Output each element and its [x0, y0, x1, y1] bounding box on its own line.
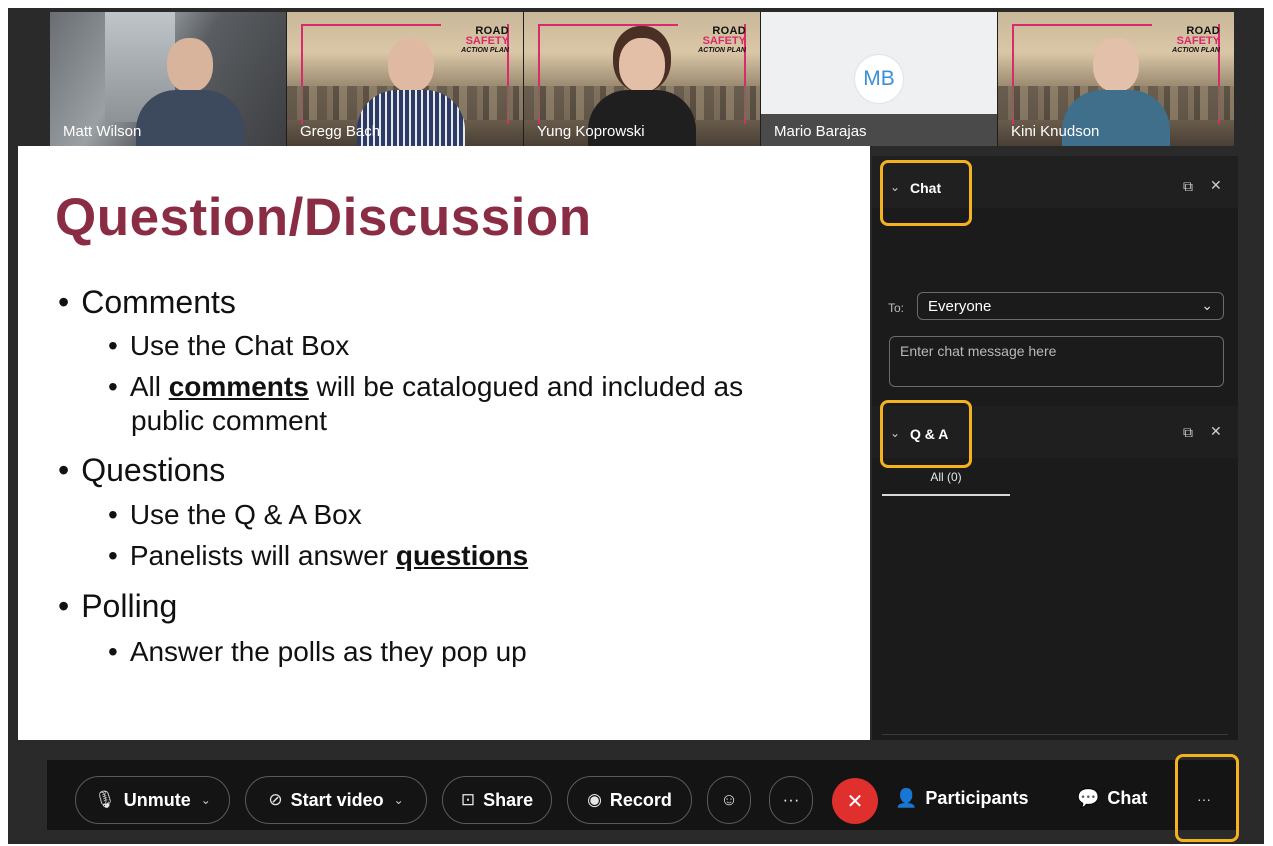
chat-bubble-icon: 💬: [1077, 788, 1100, 808]
more-options-button[interactable]: ···: [769, 776, 813, 824]
chat-button[interactable]: 💬 Chat: [1077, 788, 1147, 809]
participant-tile[interactable]: MB Mario Barajas: [761, 12, 997, 146]
pop-out-icon[interactable]: ⧉: [1183, 424, 1193, 441]
recipient-select[interactable]: Everyone ⌄: [917, 292, 1224, 320]
chat-highlight: [880, 160, 972, 226]
chat-message-input[interactable]: [889, 336, 1224, 387]
meeting-toolbar: 🎙︎ Unmute ⌄ ⊘ Start video ⌄ ⊡ Share ◉ Re…: [47, 754, 1239, 842]
participant-tile[interactable]: Matt Wilson: [50, 12, 286, 146]
participant-video: [1062, 38, 1170, 146]
side-panel: ⌄ Chat ⧉ ✕ To: Everyone ⌄ ⌄ Q & A ⧉ ✕ Al…: [872, 156, 1238, 740]
bullet-item: Panelists will answer questions: [108, 539, 528, 573]
participant-video: [136, 38, 244, 146]
participant-tile[interactable]: ROAD SAFETY ACTION PLAN Kini Knudson: [998, 12, 1234, 146]
emphasis-comments: comments: [168, 371, 309, 402]
chevron-down-icon[interactable]: ⌄: [201, 793, 211, 807]
avatar: MB: [855, 55, 903, 103]
participant-name: Matt Wilson: [63, 123, 142, 140]
bullet-item: Use the Chat Box: [108, 329, 349, 363]
bullet-heading: Polling: [58, 588, 177, 625]
divider: [882, 734, 1228, 735]
participant-strip: Matt Wilson ROAD SAFETY ACTION PLAN Greg…: [50, 12, 1234, 146]
slide-title: Question/Discussion: [55, 188, 592, 247]
chevron-down-icon: ⌄: [1201, 297, 1213, 313]
bullet-heading: Questions: [58, 452, 225, 489]
close-icon: ✕: [846, 790, 864, 813]
pop-out-icon[interactable]: ⧉: [1183, 178, 1193, 195]
participant-video: [357, 38, 465, 146]
chevron-down-icon[interactable]: ⌄: [394, 793, 404, 807]
bullet-item: All comments will be catalogued and incl…: [108, 370, 743, 438]
road-safety-logo: ROAD SAFETY ACTION PLAN: [698, 25, 746, 55]
shared-slide: Question/Discussion Comments Use the Cha…: [18, 146, 870, 740]
participant-name: Yung Koprowski: [537, 123, 645, 140]
tab-underline: [882, 494, 1010, 496]
unmute-button[interactable]: 🎙︎ Unmute ⌄: [75, 776, 230, 824]
mic-off-icon: 🎙︎: [94, 790, 116, 809]
qa-highlight: [880, 400, 972, 468]
participant-name: Mario Barajas: [774, 123, 867, 140]
to-label: To:: [888, 301, 905, 315]
overflow-highlight: [1175, 754, 1239, 842]
bullet-heading: Comments: [58, 284, 236, 321]
share-icon: ⊡: [460, 790, 476, 809]
bullet-item: Use the Q & A Box: [108, 498, 362, 532]
road-safety-logo: ROAD SAFETY ACTION PLAN: [461, 25, 509, 55]
video-off-icon: ⊘: [268, 790, 283, 809]
recipient-value: Everyone: [928, 298, 992, 315]
emphasis-questions: questions: [395, 540, 529, 571]
participant-name: Kini Knudson: [1011, 123, 1100, 140]
participant-name: Gregg Bach: [300, 123, 381, 140]
record-button[interactable]: ◉ Record: [567, 776, 692, 824]
participant-video: [588, 38, 696, 146]
qa-tab-all[interactable]: All (0): [882, 470, 1010, 484]
reactions-button[interactable]: ☺: [707, 776, 751, 824]
participants-button[interactable]: 👤 Participants: [895, 788, 1028, 809]
bullet-item: Answer the polls as they pop up: [108, 635, 527, 669]
participant-tile[interactable]: ROAD SAFETY ACTION PLAN Gregg Bach: [287, 12, 523, 146]
participant-tile[interactable]: ROAD SAFETY ACTION PLAN Yung Koprowski: [524, 12, 760, 146]
close-icon[interactable]: ✕: [1210, 177, 1222, 194]
participants-icon: 👤: [895, 788, 918, 808]
road-safety-logo: ROAD SAFETY ACTION PLAN: [1172, 25, 1220, 55]
start-video-button[interactable]: ⊘ Start video ⌄: [245, 776, 427, 824]
record-icon: ◉: [587, 790, 602, 809]
share-button[interactable]: ⊡ Share: [442, 776, 552, 824]
leave-button[interactable]: ✕: [832, 778, 878, 824]
emoji-icon: ☺: [720, 790, 738, 809]
close-icon[interactable]: ✕: [1210, 423, 1222, 440]
